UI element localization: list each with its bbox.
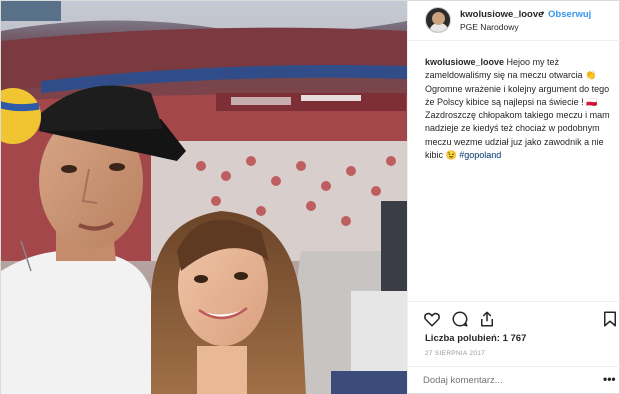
caption-username[interactable]: kwolusiowe_loove [425, 57, 504, 67]
more-options-button[interactable]: ••• [603, 372, 616, 386]
post-side-panel: kwolusiowe_loove • Obserwuj PGE Narodowy… [407, 1, 620, 394]
likes-count[interactable]: Liczba polubień: 1 767 [425, 333, 526, 344]
username-link[interactable]: kwolusiowe_loove [460, 9, 543, 20]
caption-line-2: Ogromne wrażenie i kolejny argument do t… [425, 83, 613, 163]
share-icon[interactable] [478, 310, 496, 328]
selfie-stadium-image [1, 1, 407, 394]
caption-line-1: kwolusiowe_loove Hejoo my też zameldowal… [425, 56, 613, 83]
post-photo[interactable] [1, 1, 407, 394]
post-header: kwolusiowe_loove • Obserwuj PGE Narodowy [408, 1, 620, 41]
hashtag-link[interactable]: #gopoland [459, 150, 501, 160]
likes-label: Liczba polubień: [425, 333, 500, 344]
post-date[interactable]: 27 SIERPNIA 2017 [425, 350, 485, 357]
post-caption: kwolusiowe_loove Hejoo my też zameldowal… [425, 56, 613, 162]
avatar[interactable] [425, 7, 451, 33]
likes-number: 1 767 [502, 333, 527, 344]
caption-text-2: Ogromne wrażenie i kolejny argument do t… [425, 83, 610, 161]
comment-bar: ••• [408, 366, 620, 394]
separator-dot: • [541, 8, 545, 19]
follow-button[interactable]: Obserwuj [548, 9, 591, 20]
comment-input[interactable] [423, 375, 583, 386]
location-link[interactable]: PGE Narodowy [460, 22, 519, 32]
comment-icon[interactable] [451, 310, 469, 328]
action-bar [408, 301, 620, 331]
post-card: kwolusiowe_loove • Obserwuj PGE Narodowy… [0, 0, 620, 394]
bookmark-icon[interactable] [601, 310, 619, 328]
heart-icon[interactable] [423, 310, 441, 328]
